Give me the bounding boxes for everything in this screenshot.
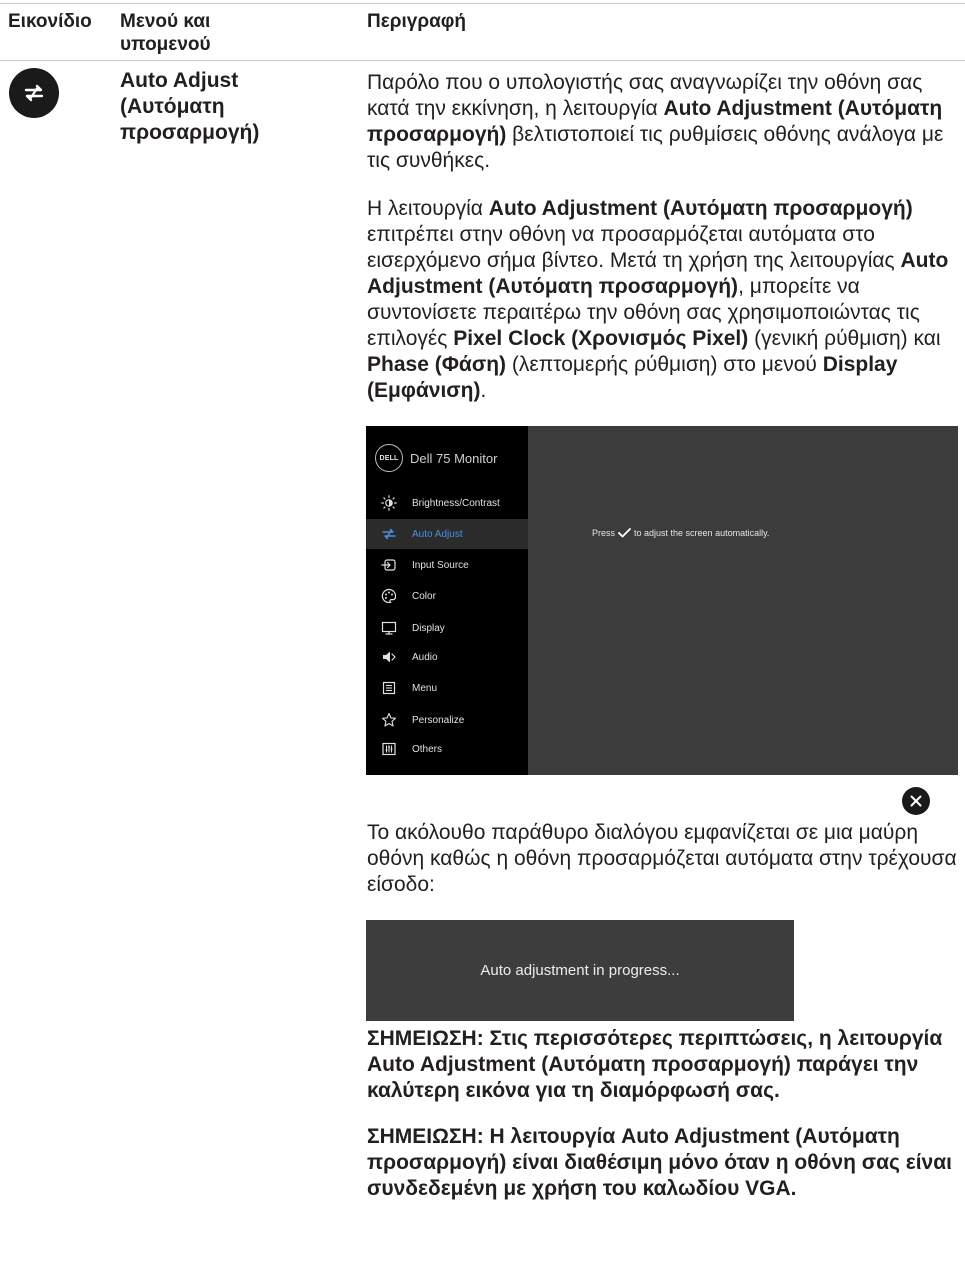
menu-list-icon (380, 679, 398, 697)
osd-menu-item-personalize[interactable]: Personalize (366, 705, 528, 735)
star-icon (380, 711, 398, 729)
osd-menu-item-others[interactable]: Others (366, 734, 528, 764)
input-source-icon (380, 556, 398, 574)
osd-menu-label: Others (412, 743, 443, 755)
osd-menu-label: Input Source (412, 559, 469, 571)
osd-menu-label: Auto Adjust (412, 528, 463, 540)
osd-menu-label: Personalize (412, 714, 465, 726)
osd-instruction: Press to adjust the screen automatically… (592, 528, 769, 538)
close-icon[interactable] (902, 787, 930, 815)
osd-menu-item-input-source[interactable]: Input Source (366, 550, 528, 580)
header-icon-column: Εικονίδιο (8, 11, 92, 32)
others-icon (380, 740, 398, 758)
note-2: ΣΗΜΕΙΩΣΗ: Η λειτουργία Auto Adjustment (… (367, 1125, 952, 1200)
osd-menu-label: Brightness/Contrast (412, 497, 500, 509)
auto-adjust-icon (9, 68, 59, 118)
osd-menu-label: Menu (412, 682, 438, 694)
osd-menu-item-menu[interactable]: Menu (366, 673, 528, 703)
description-paragraph-3: Το ακόλουθο παράθυρο διαλόγου εμφανίζετα… (367, 821, 957, 896)
progress-message: Auto adjustment in progress... (480, 962, 680, 979)
auto-adjust-icon (380, 525, 398, 543)
osd-screenshot: DELL Dell 75 Monitor Brightness/Contrast… (366, 426, 958, 775)
display-icon (380, 619, 398, 637)
header-menu-column: Μενού και υπομενού (120, 11, 211, 55)
note-1: ΣΗΜΕΙΩΣΗ: Στις περισσότερες περιπτώσεις,… (367, 1027, 943, 1102)
checkmark-icon (618, 528, 631, 538)
osd-menu-item-display[interactable]: Display (366, 613, 528, 643)
table-top-rule (0, 3, 965, 4)
osd-instruction-after: to adjust the screen automatically. (634, 528, 770, 538)
osd-menu-item-auto-adjust[interactable]: Auto Adjust (366, 519, 528, 549)
menu-name-auto-adjust: Auto Adjust (Αυτόματη προσαρμογή) (120, 69, 260, 144)
description-paragraph-1: Παρόλο που ο υπολογιστής σας αναγνωρίζει… (367, 71, 944, 172)
description-paragraph-2: Η λειτουργία Auto Adjustment (Αυτόματη π… (367, 197, 949, 402)
osd-brand: DELL Dell 75 Monitor (375, 444, 497, 472)
osd-menu-label: Audio (412, 651, 438, 663)
osd-instruction-before: Press (592, 528, 616, 538)
auto-adjust-progress-dialog: Auto adjustment in progress... (366, 920, 794, 1021)
osd-model-name: Dell 75 Monitor (410, 450, 498, 466)
osd-menu-item-brightness-contrast[interactable]: Brightness/Contrast (366, 488, 528, 518)
osd-menu-item-color[interactable]: Color (366, 581, 528, 611)
osd-menu-label: Display (412, 622, 445, 634)
osd-sidebar: DELL Dell 75 Monitor Brightness/Contrast… (366, 426, 528, 775)
speaker-icon (380, 648, 398, 666)
color-palette-icon (380, 587, 398, 605)
osd-menu-item-audio[interactable]: Audio (366, 642, 528, 672)
brightness-icon (380, 494, 398, 512)
dell-logo: DELL (375, 444, 403, 472)
header-divider-rule (0, 60, 965, 61)
osd-menu-label: Color (412, 590, 436, 602)
header-description-column: Περιγραφή (367, 11, 466, 32)
